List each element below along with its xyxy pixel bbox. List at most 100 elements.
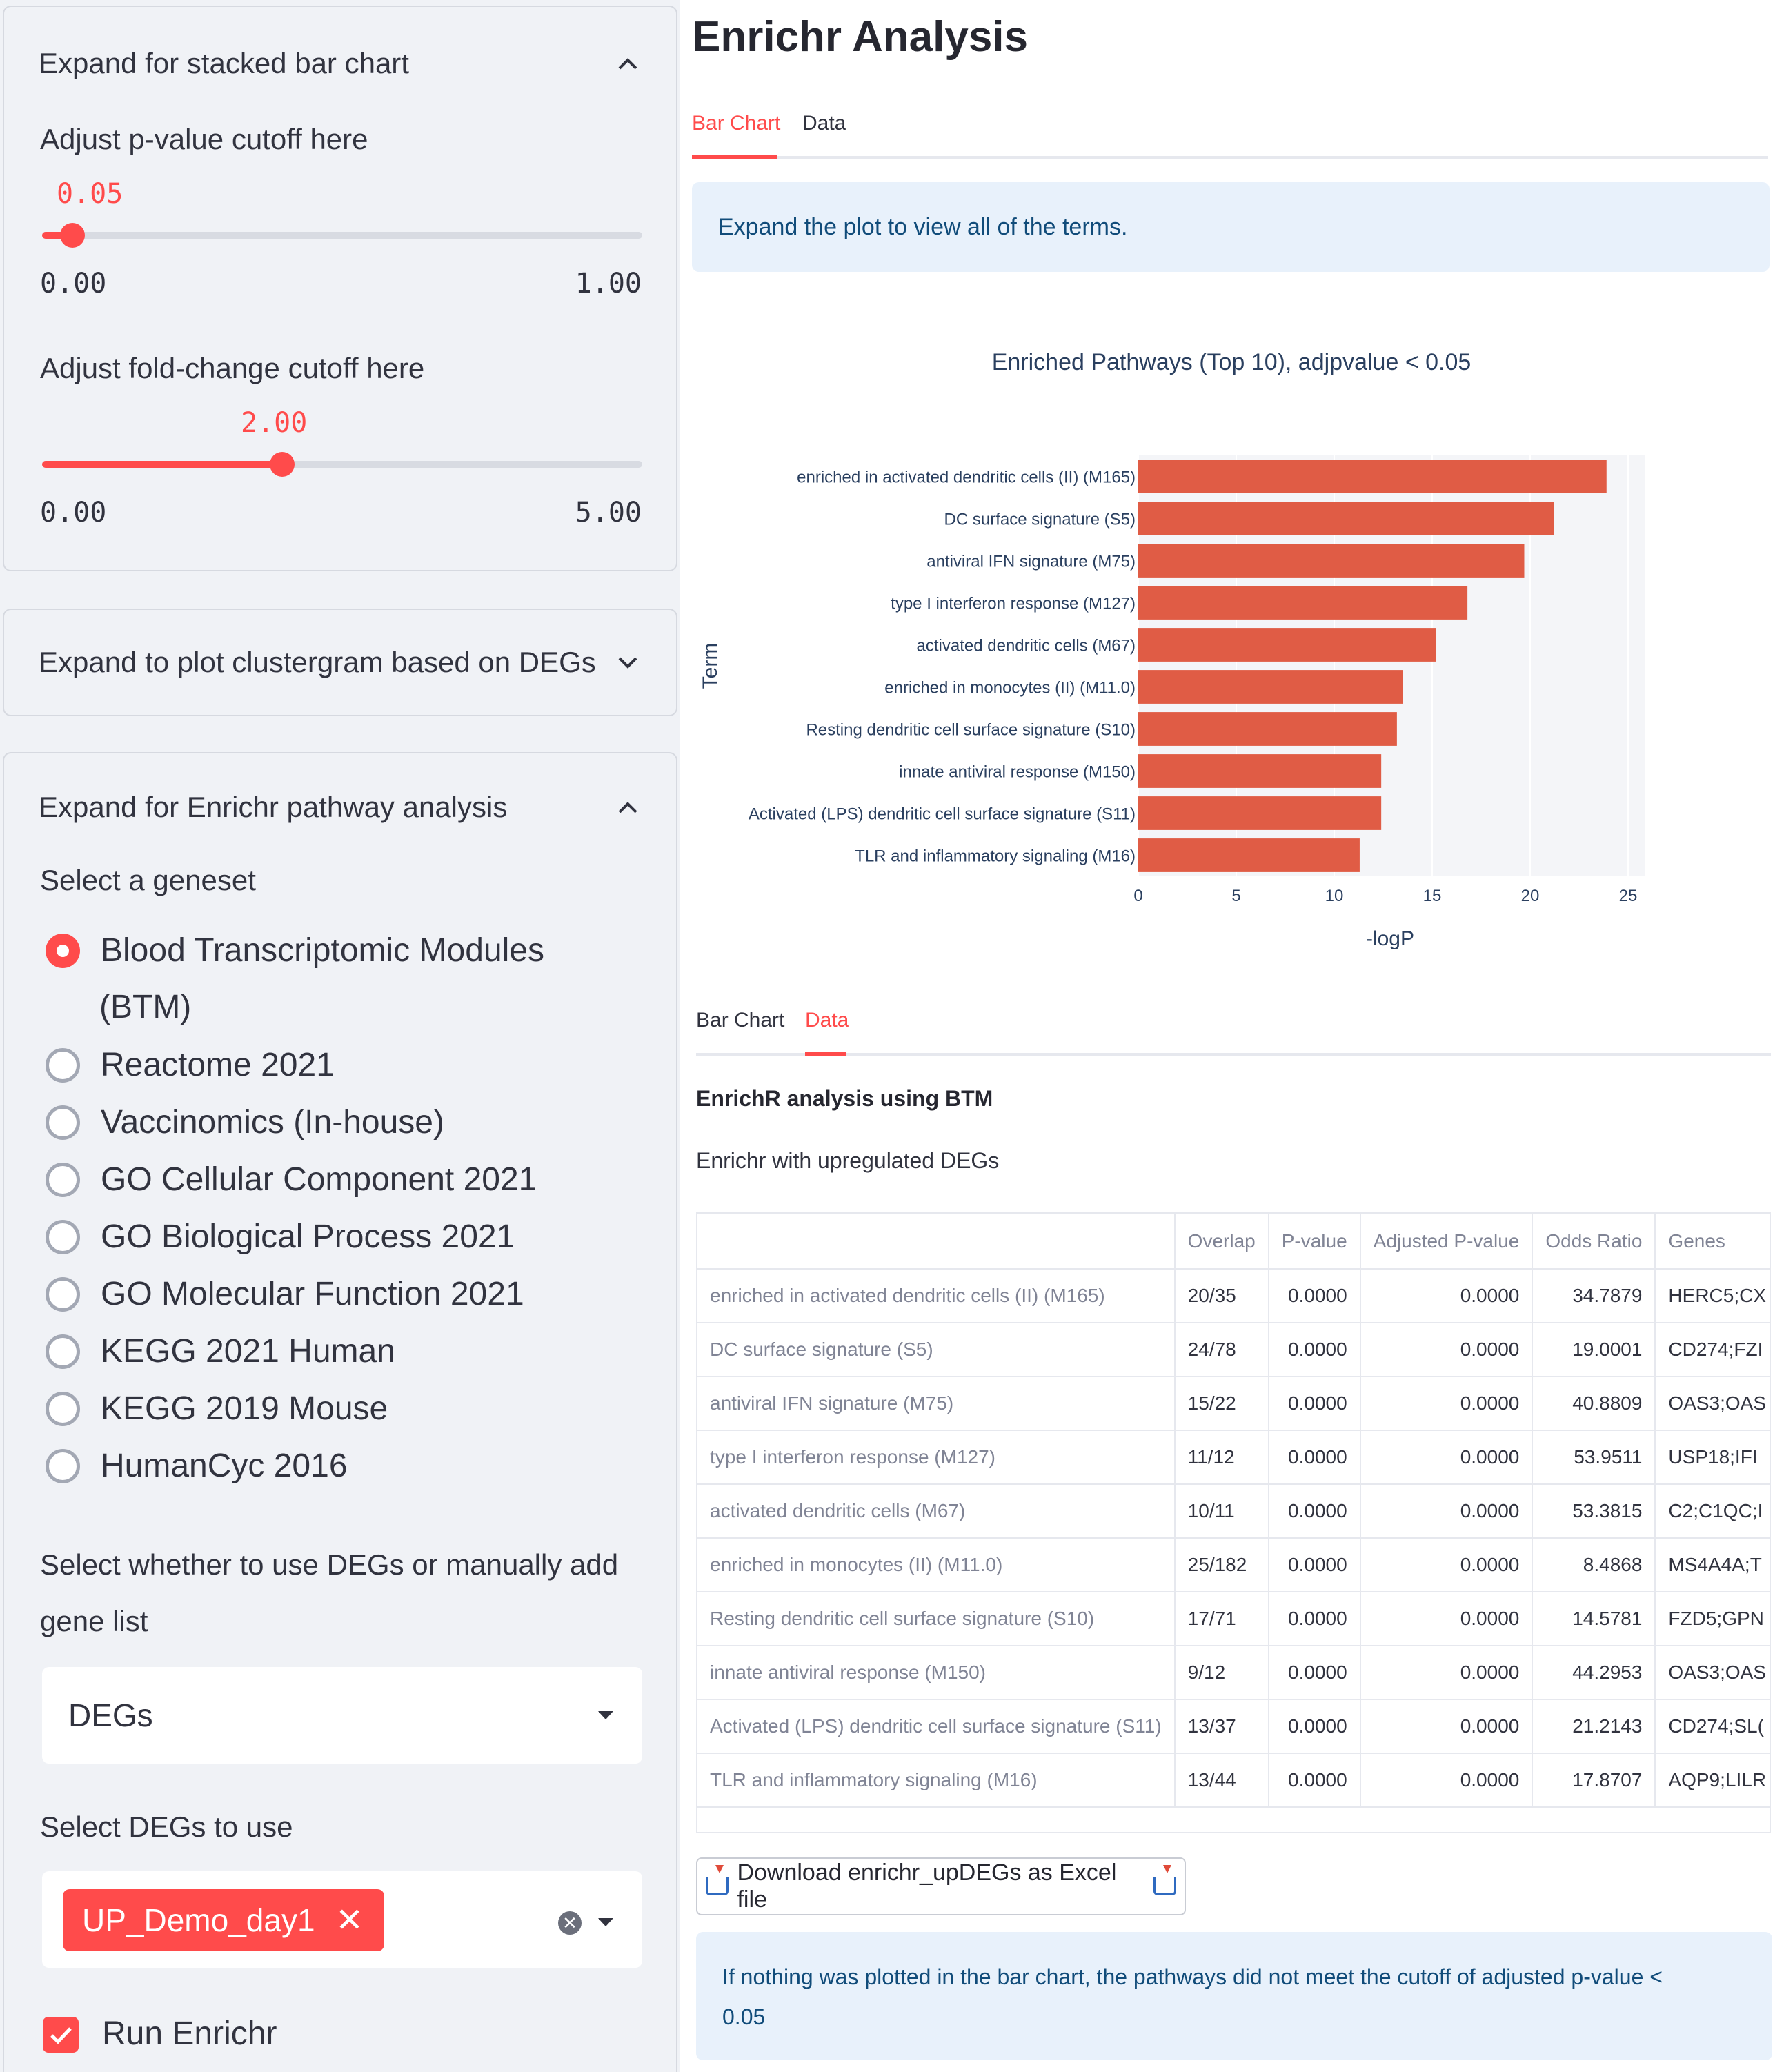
pvalue-slider-thumb[interactable] bbox=[59, 223, 85, 248]
table-cell: 0.0000 bbox=[1360, 1753, 1534, 1808]
tab-bar-chart[interactable]: Bar Chart bbox=[696, 1009, 784, 1032]
table-cell: Resting dendritic cell surface signature… bbox=[697, 1592, 1176, 1646]
radio-icon[interactable] bbox=[46, 1448, 80, 1483]
fc-slider-fill bbox=[42, 461, 282, 468]
inbox-tray-icon bbox=[1153, 1865, 1176, 1895]
main-panel: Enrichr Analysis Bar Chart Data Expand t… bbox=[680, 0, 1784, 2072]
results-table[interactable]: Overlap P-value Adjusted P-value Odds Ratio… bbox=[696, 1212, 1771, 1833]
y-category-label: innate antiviral response (M150) bbox=[899, 763, 1136, 782]
tabs-top: Bar Chart Data bbox=[692, 97, 1768, 159]
remove-tag-icon[interactable]: ✕ bbox=[336, 1901, 364, 1940]
chevron-up-icon[interactable] bbox=[614, 793, 642, 821]
enriched-pathways-chart: Enriched Pathways (Top 10), adjpvalue < … bbox=[699, 349, 1645, 950]
table-cell: TLR and inflammatory signaling (M16) bbox=[697, 1753, 1176, 1808]
geneset-option-label: Vaccinomics (In-house) bbox=[101, 1104, 444, 1141]
geneset-option-kegg-mouse[interactable]: KEGG 2019 Mouse bbox=[46, 1390, 388, 1428]
geneset-option-go-bp[interactable]: GO Biological Process 2021 bbox=[46, 1218, 515, 1256]
table-cell: C2;C1QC;I bbox=[1655, 1484, 1770, 1539]
column-header[interactable]: Genes bbox=[1655, 1214, 1770, 1270]
stacked-bar-expander-header[interactable]: Expand for stacked bar chart bbox=[39, 43, 642, 84]
degs-multiselect[interactable]: UP_Demo_day1 ✕ ✕ bbox=[42, 1871, 642, 1968]
table-cell: enriched in activated dendritic cells (I… bbox=[697, 1269, 1176, 1323]
table-row[interactable]: Activated (LPS) dendritic cell surface s… bbox=[697, 1699, 1770, 1754]
table-cell: 0.0000 bbox=[1268, 1646, 1361, 1700]
results-table-grid: Overlap P-value Adjusted P-value Odds Ratio… bbox=[697, 1214, 1770, 1808]
table-row[interactable]: enriched in monocytes (II) (M11.0) 25/182… bbox=[697, 1538, 1770, 1592]
source-select[interactable]: DEGs bbox=[42, 1667, 642, 1764]
fc-slider-thumb[interactable] bbox=[270, 452, 295, 477]
geneset-option-vaccinomics[interactable]: Vaccinomics (In-house) bbox=[46, 1103, 444, 1141]
chevron-up-icon[interactable] bbox=[614, 50, 642, 77]
pvalue-slider[interactable] bbox=[42, 223, 642, 248]
table-row[interactable]: innate antiviral response (M150) 9/12 0.00… bbox=[697, 1646, 1770, 1700]
clustergram-expander[interactable]: Expand to plot clustergram based on DEGs bbox=[3, 609, 677, 716]
table-row[interactable]: activated dendritic cells (M67) 10/11 0.00… bbox=[697, 1484, 1770, 1539]
geneset-option-humancyc[interactable]: HumanCyc 2016 bbox=[46, 1447, 348, 1485]
radio-icon[interactable] bbox=[46, 1391, 80, 1426]
radio-selected-icon[interactable] bbox=[46, 933, 80, 968]
table-cell: 0.0000 bbox=[1268, 1592, 1361, 1646]
table-cell: 15/22 bbox=[1174, 1377, 1269, 1431]
radio-icon[interactable] bbox=[46, 1162, 80, 1197]
tab-data[interactable]: Data bbox=[802, 112, 846, 135]
radio-icon[interactable] bbox=[46, 1219, 80, 1254]
table-row[interactable]: enriched in activated dendritic cells (I… bbox=[697, 1269, 1770, 1323]
bar bbox=[1138, 670, 1403, 704]
bar bbox=[1138, 628, 1436, 662]
page-title: Enrichr Analysis bbox=[692, 13, 1029, 61]
column-header[interactable]: P-value bbox=[1268, 1214, 1361, 1270]
tab-bar-chart[interactable]: Bar Chart bbox=[692, 112, 780, 135]
table-cell: 0.0000 bbox=[1360, 1538, 1534, 1592]
caret-down-icon[interactable] bbox=[598, 1711, 613, 1719]
table-cell: DC surface signature (S5) bbox=[697, 1323, 1176, 1377]
geneset-option-go-cc[interactable]: GO Cellular Component 2021 bbox=[46, 1161, 537, 1198]
active-tab-indicator bbox=[692, 155, 777, 159]
enrichr-expander-header[interactable]: Expand for Enrichr pathway analysis bbox=[39, 787, 642, 828]
table-cell: type I interferon response (M127) bbox=[697, 1430, 1176, 1485]
radio-icon[interactable] bbox=[46, 1047, 80, 1083]
geneset-option-kegg-human[interactable]: KEGG 2021 Human bbox=[46, 1332, 395, 1370]
table-cell: 20/35 bbox=[1174, 1269, 1269, 1323]
column-header[interactable]: Adjusted P-value bbox=[1360, 1214, 1534, 1270]
column-header[interactable]: Odds Ratio bbox=[1532, 1214, 1656, 1270]
table-row[interactable]: Resting dendritic cell surface signature… bbox=[697, 1592, 1770, 1646]
column-header[interactable] bbox=[697, 1214, 1176, 1270]
bar bbox=[1138, 712, 1397, 746]
y-category-label: activated dendritic cells (M67) bbox=[917, 637, 1136, 655]
radio-icon[interactable] bbox=[46, 1276, 80, 1312]
radio-icon[interactable] bbox=[46, 1105, 80, 1140]
table-row[interactable]: DC surface signature (S5) 24/78 0.0000 0.00… bbox=[697, 1323, 1770, 1377]
geneset-option-go-mf[interactable]: GO Molecular Function 2021 bbox=[46, 1275, 524, 1313]
geneset-option-label: GO Cellular Component 2021 bbox=[101, 1161, 537, 1198]
download-excel-button[interactable]: Download enrichr_upDEGs as Excel file bbox=[696, 1857, 1186, 1915]
table-cell: 0.0000 bbox=[1360, 1269, 1534, 1323]
tab-data[interactable]: Data bbox=[805, 1009, 849, 1032]
download-excel-label: Download enrichr_upDEGs as Excel file bbox=[737, 1859, 1117, 1913]
geneset-option-reactome[interactable]: Reactome 2021 bbox=[46, 1046, 335, 1084]
radio-icon[interactable] bbox=[46, 1334, 80, 1369]
table-cell: 0.0000 bbox=[1360, 1323, 1534, 1377]
caret-down-icon[interactable] bbox=[598, 1918, 613, 1926]
degs-tag[interactable]: UP_Demo_day1 ✕ bbox=[63, 1889, 384, 1951]
info-cutoff-line2: 0.05 bbox=[722, 2004, 766, 2029]
table-cell: USP18;IFI bbox=[1655, 1430, 1770, 1485]
geneset-option-btm[interactable]: Blood Transcriptomic Modules bbox=[46, 931, 544, 969]
clear-all-icon[interactable]: ✕ bbox=[558, 1911, 582, 1935]
info-expand-plot: Expand the plot to view all of the terms… bbox=[692, 182, 1770, 272]
run-enrichr-checkbox[interactable] bbox=[43, 2017, 79, 2053]
table-row[interactable]: antiviral IFN signature (M75) 15/22 0.0000… bbox=[697, 1377, 1770, 1431]
x-tick-label: 5 bbox=[1231, 887, 1240, 905]
table-cell: 0.0000 bbox=[1268, 1377, 1361, 1431]
fc-slider[interactable] bbox=[42, 452, 642, 477]
table-row[interactable]: TLR and inflammatory signaling (M16) 13/4… bbox=[697, 1753, 1770, 1808]
table-row[interactable]: type I interferon response (M127) 11/12 0.… bbox=[697, 1430, 1770, 1485]
chevron-down-icon[interactable] bbox=[614, 649, 642, 676]
table-cell: 13/44 bbox=[1174, 1753, 1269, 1808]
analysis-title: EnrichR analysis using BTM bbox=[696, 1086, 993, 1111]
column-header[interactable]: Overlap bbox=[1174, 1214, 1269, 1270]
geneset-label: Select a geneset bbox=[40, 864, 256, 896]
fc-slider-label: Adjust fold-change cutoff here bbox=[40, 352, 425, 384]
clustergram-expander-header[interactable]: Expand to plot clustergram based on DEGs bbox=[39, 642, 642, 683]
y-axis-label: Term bbox=[699, 643, 722, 689]
y-category-label: TLR and inflammatory signaling (M16) bbox=[855, 847, 1136, 866]
